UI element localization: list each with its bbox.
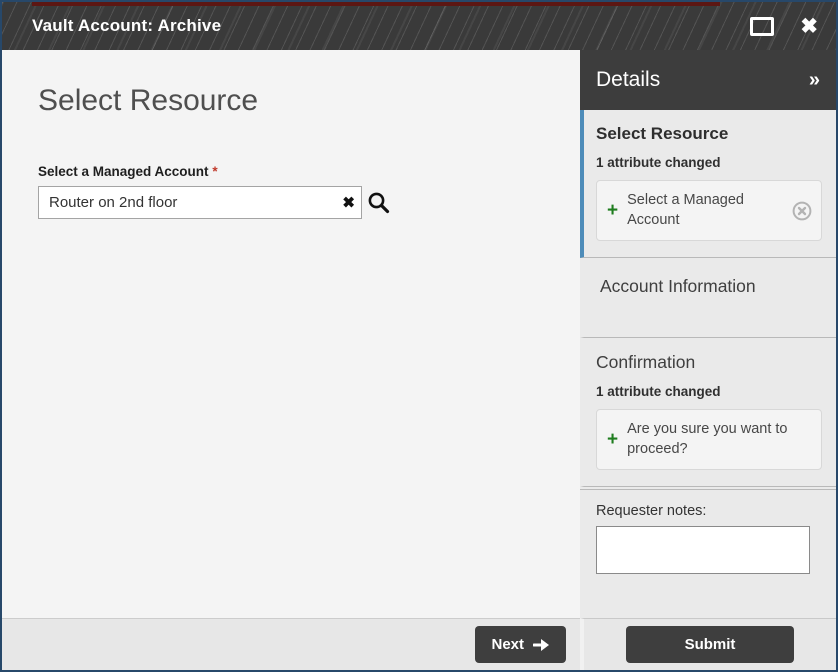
search-button[interactable] — [367, 191, 390, 214]
details-header: Details » — [580, 50, 836, 110]
field-label: Select a Managed Account * — [38, 164, 560, 179]
circle-x-icon — [791, 200, 813, 222]
next-button[interactable]: Next — [475, 626, 566, 663]
maximize-button[interactable] — [750, 17, 774, 36]
search-icon — [367, 191, 390, 214]
sidebar-footer: Submit — [580, 618, 836, 670]
requester-notes-label: Requester notes: — [596, 503, 820, 519]
attribute-status: 1 attribute changed — [596, 384, 822, 399]
submit-button-label: Submit — [685, 636, 736, 653]
clear-input-button[interactable]: ✖ — [342, 195, 355, 210]
close-button[interactable]: ✖ — [800, 16, 818, 37]
sidebar-section-confirmation[interactable]: Confirmation 1 attribute changed + Are y… — [580, 338, 836, 487]
changed-attribute-card[interactable]: + Are you sure you want to proceed? — [596, 409, 822, 470]
attribute-card-label: Are you sure you want to proceed? — [627, 420, 813, 459]
page-title: Select Resource — [38, 84, 560, 118]
collapse-sidebar-button[interactable]: » — [809, 70, 820, 90]
main-footer: Next — [2, 618, 580, 670]
attribute-card-label: Select a Managed Account — [627, 191, 782, 230]
attribute-status: 1 attribute changed — [596, 155, 822, 170]
close-icon: ✖ — [800, 15, 818, 38]
main-panel: Select Resource Select a Managed Account… — [2, 50, 580, 670]
plus-icon: + — [607, 201, 618, 220]
managed-account-field-row: ✖ — [38, 186, 560, 219]
details-title: Details — [596, 68, 660, 92]
arrow-right-icon — [533, 638, 550, 652]
vault-account-window: Vault Account: Archive ✖ Select Resource… — [0, 0, 838, 672]
plus-icon: + — [607, 430, 618, 449]
managed-account-input-wrap: ✖ — [38, 186, 362, 219]
submit-button[interactable]: Submit — [626, 626, 794, 663]
remove-attribute-button[interactable] — [791, 200, 813, 222]
titlebar: Vault Account: Archive ✖ — [2, 2, 836, 50]
requester-notes-panel: Requester notes: — [580, 489, 836, 618]
sidebar-section-select-resource[interactable]: Select Resource 1 attribute changed + Se… — [580, 110, 836, 258]
changed-attribute-card[interactable]: + Select a Managed Account — [596, 180, 822, 241]
field-label-text: Select a Managed Account — [38, 164, 209, 179]
requester-notes-textarea[interactable] — [596, 526, 810, 574]
titlebar-actions: ✖ — [750, 16, 818, 37]
chevron-double-right-icon: » — [809, 69, 820, 91]
main-content: Select Resource Select a Managed Account… — [2, 50, 580, 618]
required-asterisk: * — [212, 164, 217, 179]
next-button-label: Next — [491, 636, 524, 653]
details-sidebar: Details » Select Resource 1 attribute ch… — [580, 50, 836, 670]
window-body: Select Resource Select a Managed Account… — [2, 50, 836, 670]
managed-account-input[interactable] — [38, 186, 362, 219]
sidebar-section-account-information[interactable]: Account Information — [580, 258, 836, 338]
section-title: Select Resource — [596, 124, 822, 144]
clear-icon: ✖ — [342, 194, 355, 211]
section-title: Confirmation — [596, 352, 822, 373]
section-title: Account Information — [600, 276, 820, 297]
window-title: Vault Account: Archive — [32, 16, 221, 36]
